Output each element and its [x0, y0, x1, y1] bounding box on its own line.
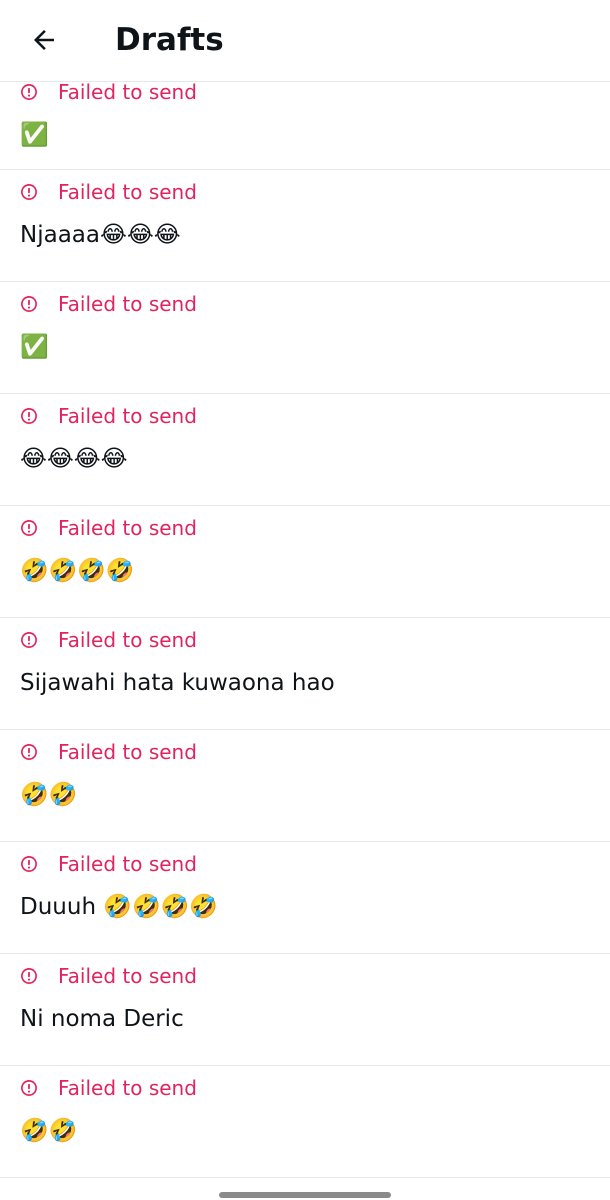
status-text: Failed to send: [58, 404, 197, 428]
status-text: Failed to send: [58, 852, 197, 876]
draft-text: Sijawahi hata kuwaona hao: [20, 670, 335, 696]
back-button[interactable]: [22, 18, 66, 62]
home-indicator[interactable]: [219, 1192, 391, 1198]
failed-status: Failed to send: [20, 1076, 197, 1100]
draft-text: Njaaaa😂😂😂: [20, 222, 181, 248]
draft-text: ✅: [20, 122, 49, 148]
draft-item[interactable]: Failed to send 🤣🤣: [0, 1066, 610, 1178]
draft-item[interactable]: Failed to send Sijawahi hata kuwaona hao: [0, 618, 610, 730]
alert-circle-icon: [21, 296, 37, 312]
status-text: Failed to send: [58, 80, 197, 104]
draft-text: 🤣🤣🤣🤣: [20, 558, 135, 584]
alert-circle-icon: [21, 744, 37, 760]
drafts-list: Failed to send ✅ Failed to send Njaaaa😂😂…: [0, 80, 610, 1178]
status-text: Failed to send: [58, 1076, 197, 1100]
failed-status: Failed to send: [20, 852, 197, 876]
draft-text: Duuuh 🤣🤣🤣🤣: [20, 894, 218, 920]
draft-item[interactable]: Failed to send ✅: [0, 282, 610, 394]
draft-item[interactable]: Failed to send Njaaaa😂😂😂: [0, 170, 610, 282]
failed-status: Failed to send: [20, 516, 197, 540]
status-text: Failed to send: [58, 180, 197, 204]
alert-circle-icon: [21, 968, 37, 984]
draft-text: 🤣🤣: [20, 782, 78, 808]
alert-circle-icon: [21, 520, 37, 536]
draft-text: 🤣🤣: [20, 1118, 78, 1144]
failed-status: Failed to send: [20, 292, 197, 316]
status-text: Failed to send: [58, 516, 197, 540]
failed-status: Failed to send: [20, 740, 197, 764]
alert-circle-icon: [21, 184, 37, 200]
alert-circle-icon: [21, 1080, 37, 1096]
status-text: Failed to send: [58, 292, 197, 316]
arrow-left-icon: [34, 30, 54, 50]
page-title: Drafts: [115, 22, 224, 58]
draft-item[interactable]: Failed to send 😂😂😂😂: [0, 394, 610, 506]
draft-text: Ni noma Deric: [20, 1006, 184, 1032]
app-header: Drafts: [0, 0, 610, 82]
failed-status: Failed to send: [20, 628, 197, 652]
draft-item[interactable]: Failed to send Duuuh 🤣🤣🤣🤣: [0, 842, 610, 954]
draft-item[interactable]: Failed to send Ni noma Deric: [0, 954, 610, 1066]
draft-item[interactable]: Failed to send ✅: [0, 80, 610, 170]
draft-item[interactable]: Failed to send 🤣🤣🤣🤣: [0, 506, 610, 618]
failed-status: Failed to send: [20, 180, 197, 204]
failed-status: Failed to send: [20, 404, 197, 428]
draft-item[interactable]: Failed to send 🤣🤣: [0, 730, 610, 842]
status-text: Failed to send: [58, 964, 197, 988]
failed-status: Failed to send: [20, 964, 197, 988]
alert-circle-icon: [21, 84, 37, 100]
alert-circle-icon: [21, 632, 37, 648]
status-text: Failed to send: [58, 740, 197, 764]
draft-text: ✅: [20, 334, 49, 360]
alert-circle-icon: [21, 856, 37, 872]
failed-status: Failed to send: [20, 80, 197, 104]
draft-text: 😂😂😂😂: [20, 446, 128, 472]
status-text: Failed to send: [58, 628, 197, 652]
alert-circle-icon: [21, 408, 37, 424]
